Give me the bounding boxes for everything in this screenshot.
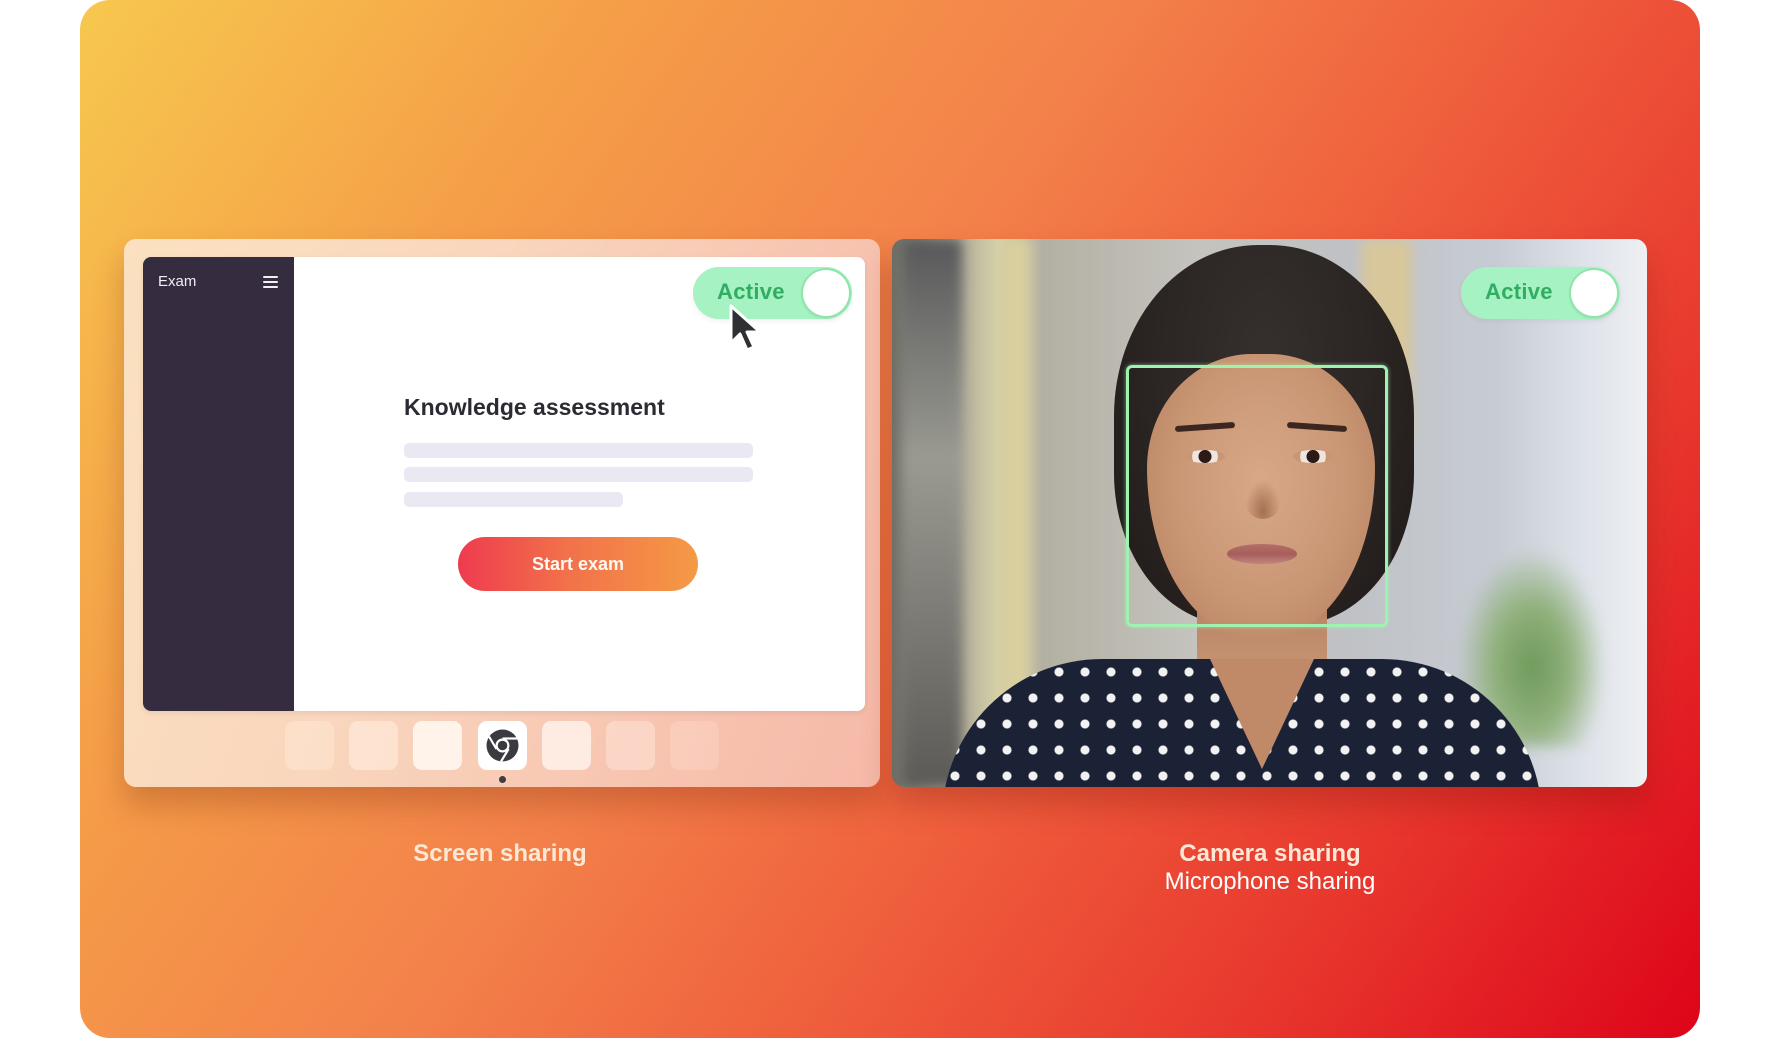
background-shelf	[902, 239, 962, 787]
screen-sharing-caption: Screen sharing	[413, 840, 587, 867]
chrome-icon	[486, 729, 519, 763]
camera-feed: Active	[892, 239, 1647, 787]
placeholder-line	[404, 492, 623, 507]
toggle-knob[interactable]	[1571, 270, 1617, 316]
dock-item[interactable]	[542, 721, 591, 770]
page-title: Knowledge assessment	[404, 394, 665, 420]
dock-item[interactable]	[285, 721, 334, 770]
dock-item-chrome[interactable]	[478, 721, 527, 770]
placeholder-line	[404, 443, 753, 458]
toggle-label: Active	[1485, 279, 1553, 304]
dock-item[interactable]	[349, 721, 398, 770]
dock-item[interactable]	[413, 721, 462, 770]
camera-sharing-toggle[interactable]: Active	[1461, 267, 1620, 319]
dock-item[interactable]	[606, 721, 655, 770]
camera-sharing-caption: Camera sharing	[1179, 840, 1361, 867]
hamburger-menu-icon[interactable]	[263, 276, 278, 289]
toggle-knob[interactable]	[803, 270, 849, 316]
mouse-cursor-icon	[729, 304, 762, 352]
start-exam-button[interactable]: Start exam	[458, 537, 698, 591]
face-detection-box	[1126, 365, 1388, 627]
shirt-collar	[1210, 659, 1314, 769]
sidebar-title: Exam	[158, 273, 197, 290]
toggle-label: Active	[717, 279, 785, 304]
dock	[124, 721, 880, 783]
exam-sidebar: Exam	[143, 257, 294, 711]
screen-sharing-panel: Exam Knowledge assessment Start exam Act…	[124, 239, 880, 787]
active-app-indicator	[499, 776, 506, 783]
microphone-sharing-caption: Microphone sharing	[1164, 868, 1376, 895]
screen-sharing-toggle[interactable]: Active	[693, 267, 852, 319]
placeholder-line	[404, 467, 753, 482]
dock-item[interactable]	[670, 721, 719, 770]
